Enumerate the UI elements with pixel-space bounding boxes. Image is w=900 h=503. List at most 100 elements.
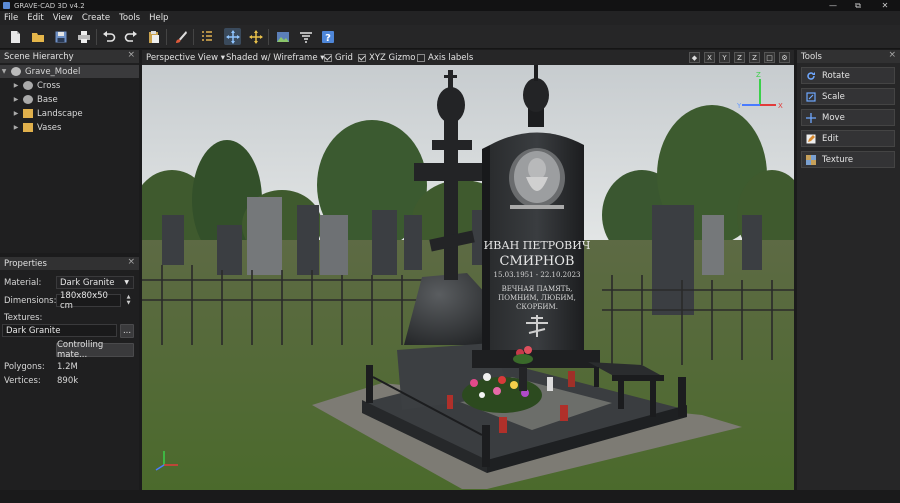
dimensions-value: 180x80x50 cm (60, 290, 108, 311)
svg-text:?: ? (325, 33, 331, 44)
view-cube-icon[interactable]: ◆ (689, 52, 700, 63)
brush-icon[interactable] (172, 28, 189, 45)
material-select[interactable]: Dark Granite ▼ (56, 276, 134, 289)
menu-view[interactable]: View (53, 13, 73, 23)
chevron-right-icon[interactable]: ▶ (12, 82, 20, 89)
close-window-button[interactable]: ✕ (872, 0, 898, 11)
menu-create[interactable]: Create (82, 13, 110, 23)
maximize-button[interactable]: ⧉ (845, 0, 871, 11)
gizmo-toggle[interactable]: XYZ Gizmo (358, 50, 415, 65)
rotate-icon (807, 71, 815, 80)
menu-bar: File Edit View Create Tools Help (0, 11, 900, 25)
texture-tool-button[interactable]: Texture (801, 151, 895, 168)
mesh-icon (23, 81, 33, 90)
gizmo-checkbox[interactable] (358, 53, 366, 62)
paste-icon[interactable] (145, 28, 162, 45)
view-x-button[interactable]: X (704, 52, 715, 63)
image-icon[interactable] (274, 28, 291, 45)
tree-item-base[interactable]: ▶ Base (12, 93, 58, 106)
menu-edit[interactable]: Edit (27, 13, 43, 23)
tool-label: Move (822, 112, 845, 123)
print-icon[interactable] (75, 28, 92, 45)
shading-mode-dropdown[interactable]: Shaded w/ Wireframe ▾ (226, 50, 325, 65)
redo-icon[interactable] (122, 28, 139, 45)
polygons-value: 1.2M (57, 362, 78, 372)
headstone-epitaph-2: ПОМНИМ, ЛЮБИМ, (498, 294, 576, 302)
chevron-down-icon: ▼ (124, 279, 129, 286)
new-file-icon[interactable] (6, 28, 23, 45)
headstone-epitaph-3: СКОРБИМ. (516, 303, 558, 311)
texture-field[interactable]: Dark Granite (2, 324, 117, 337)
move-tool-button[interactable]: Move (801, 109, 895, 126)
undo-icon[interactable] (100, 28, 117, 45)
grid-checkbox[interactable] (324, 53, 332, 62)
tree-item-label: Vases (37, 122, 62, 133)
chevron-right-icon[interactable]: ▶ (12, 124, 20, 131)
polygons-label: Polygons: (4, 362, 45, 372)
vertices-label: Vertices: (4, 376, 41, 386)
move-icon[interactable] (224, 28, 241, 45)
open-folder-icon[interactable] (29, 28, 46, 45)
axis-labels-checkbox[interactable] (417, 53, 425, 62)
settings-gear-icon[interactable]: ⚙ (779, 52, 790, 63)
frame-icon[interactable]: □ (764, 52, 775, 63)
grid-select-icon[interactable] (198, 28, 215, 45)
dimensions-stepper[interactable]: ▲ ▼ (124, 294, 133, 307)
view-mode-dropdown[interactable]: Perspective View ▾ (146, 50, 225, 65)
layers-icon[interactable] (297, 28, 314, 45)
properties-close-button[interactable]: × (127, 257, 135, 267)
tools-title: Tools (801, 51, 822, 62)
minimize-button[interactable]: — (820, 0, 846, 11)
hierarchy-title: Scene Hierarchy (4, 51, 74, 62)
folder-icon (23, 109, 33, 118)
chevron-right-icon[interactable]: ▶ (12, 110, 20, 117)
menu-file[interactable]: File (4, 13, 18, 23)
3d-viewport[interactable]: ИВАН ПЕТРОВИЧ СМИРНОВ 15.03.1951 - 22.10… (142, 65, 794, 490)
tree-item-label: Cross (37, 80, 61, 91)
view-z-alt-button[interactable]: Z (749, 52, 760, 63)
save-icon[interactable] (52, 28, 69, 45)
properties-panel: Properties × Material: Dark Granite ▼ Di… (0, 257, 139, 490)
edit-tool-button[interactable]: Edit (801, 130, 895, 147)
scale-tool-button[interactable]: Scale (801, 88, 895, 105)
tree-item-landscape[interactable]: ▶ Landscape (12, 107, 83, 120)
textures-label: Textures: (4, 313, 43, 323)
window-title: GRAVE-CAD 3D v4.2 (14, 1, 85, 10)
tree-item-vases[interactable]: ▶ Vases (12, 121, 62, 134)
gizmo-label-z: Z (756, 71, 761, 79)
edit-pencil-icon (806, 134, 816, 143)
chevron-right-icon[interactable]: ▶ (12, 96, 20, 103)
folder-icon (23, 123, 33, 132)
gizmo-label-y: Y (736, 102, 742, 110)
transform-icon[interactable] (247, 28, 264, 45)
axis-labels-label: Axis labels (428, 52, 474, 63)
tool-label: Rotate (822, 70, 850, 81)
menu-tools[interactable]: Tools (119, 13, 140, 23)
axis-labels-toggle[interactable]: Axis labels (417, 50, 473, 65)
viewport-toolbar: Perspective View ▾ Shaded w/ Wireframe ▾… (142, 50, 794, 65)
tree-item-grave-model[interactable]: ▼ Grave_Model (0, 65, 139, 78)
tool-label: Texture (822, 154, 854, 165)
help-icon[interactable]: ? (319, 28, 336, 45)
headstone-name-line1: ИВАН ПЕТРОВИЧ (484, 239, 591, 252)
material-label: Material: (4, 278, 42, 288)
chevron-down-icon[interactable]: ▼ (0, 68, 8, 75)
grid-toggle[interactable]: Grid (324, 50, 353, 65)
rotate-tool-button[interactable]: Rotate (801, 67, 895, 84)
controlling-material-button[interactable]: Controlling mate... (56, 340, 134, 360)
view-z-button[interactable]: Z (734, 52, 745, 63)
browse-texture-button[interactable]: ... (120, 324, 134, 338)
material-value: Dark Granite (60, 277, 115, 288)
tree-item-cross[interactable]: ▶ Cross (12, 79, 61, 92)
properties-title: Properties (4, 258, 47, 269)
view-y-button[interactable]: Y (719, 52, 730, 63)
menu-help[interactable]: Help (149, 13, 168, 23)
tree-item-label: Landscape (37, 108, 83, 119)
tree-item-label: Grave_Model (25, 66, 81, 77)
tools-header: Tools × (797, 50, 900, 63)
tools-close-button[interactable]: × (888, 50, 896, 60)
dimensions-field[interactable]: 180x80x50 cm (56, 291, 121, 311)
texture-value: Dark Granite (6, 325, 61, 336)
hierarchy-close-button[interactable]: × (127, 50, 135, 60)
mesh-icon (23, 95, 33, 104)
